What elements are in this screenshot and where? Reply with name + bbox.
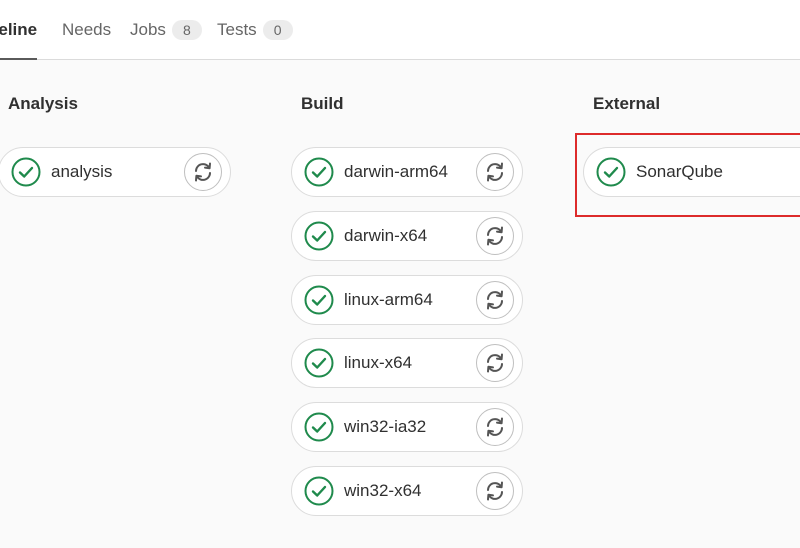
- tab-tests[interactable]: Tests 0: [217, 0, 293, 59]
- stage-title-build: Build: [301, 94, 344, 113]
- check-circle-icon: [304, 221, 334, 251]
- retry-icon[interactable]: [476, 344, 514, 382]
- retry-icon[interactable]: [184, 153, 222, 191]
- tab-pipeline[interactable]: peline: [0, 0, 38, 60]
- job-sonarqube[interactable]: SonarQube: [583, 147, 800, 197]
- job-darwin-x64[interactable]: darwin-x64: [291, 211, 523, 261]
- retry-icon[interactable]: [476, 281, 514, 319]
- job-darwin-arm64[interactable]: darwin-arm64: [291, 147, 523, 197]
- job-name: darwin-x64: [344, 226, 428, 245]
- job-win32-ia32[interactable]: win32-ia32: [291, 402, 523, 452]
- retry-icon[interactable]: [476, 153, 514, 191]
- tab-pipeline-label: peline: [0, 19, 38, 39]
- tests-count-badge: 0: [262, 19, 293, 40]
- job-analysis[interactable]: analysis: [0, 147, 231, 197]
- job-name: SonarQube: [636, 162, 723, 181]
- job-name: analysis: [51, 162, 113, 181]
- job-name: linux-x64: [344, 353, 413, 372]
- job-name: win32-ia32: [344, 417, 427, 436]
- tab-needs[interactable]: Needs: [62, 0, 111, 59]
- job-linux-x64[interactable]: linux-x64: [291, 338, 523, 388]
- job-name: linux-arm64: [344, 290, 433, 309]
- check-circle-icon: [304, 157, 334, 187]
- tab-jobs[interactable]: Jobs 8: [130, 0, 202, 59]
- tab-tests-label: Tests: [217, 19, 257, 39]
- check-circle-icon: [596, 157, 626, 187]
- tab-jobs-label: Jobs: [130, 19, 166, 39]
- job-name: win32-x64: [344, 481, 422, 500]
- tab-needs-label: Needs: [62, 19, 112, 39]
- job-linux-arm64[interactable]: linux-arm64: [291, 275, 523, 325]
- stage-title-analysis: Analysis: [8, 94, 78, 113]
- check-circle-icon: [304, 412, 334, 442]
- job-name: darwin-arm64: [344, 162, 448, 181]
- check-circle-icon: [304, 348, 334, 378]
- check-circle-icon: [304, 476, 334, 506]
- retry-icon[interactable]: [476, 472, 514, 510]
- job-win32-x64[interactable]: win32-x64: [291, 466, 523, 516]
- retry-icon[interactable]: [476, 408, 514, 446]
- check-circle-icon: [304, 285, 334, 315]
- stage-title-external: External: [593, 94, 661, 113]
- check-circle-icon: [11, 157, 41, 187]
- jobs-count-badge: 8: [171, 19, 202, 40]
- pipeline-tabs: peline Needs Jobs 8 Tests 0: [0, 0, 800, 60]
- retry-icon[interactable]: [476, 217, 514, 255]
